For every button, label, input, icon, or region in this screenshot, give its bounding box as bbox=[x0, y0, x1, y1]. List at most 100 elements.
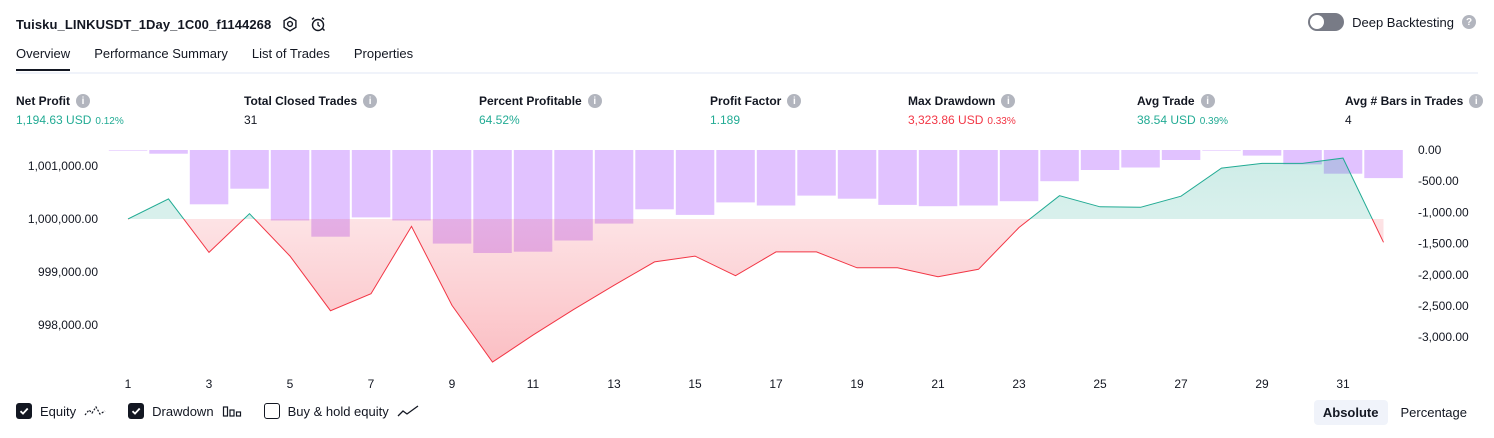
metric-value: 38.54 USD bbox=[1137, 113, 1196, 127]
drawdown-bar bbox=[1161, 150, 1201, 160]
x-axis-tick-label: 29 bbox=[1255, 377, 1269, 391]
metric-percent: 0.33% bbox=[987, 116, 1016, 127]
x-axis-tick-label: 15 bbox=[688, 377, 702, 391]
drawdown-bar bbox=[1080, 150, 1120, 170]
drawdown-bar bbox=[108, 150, 148, 151]
metric-percent: 0.39% bbox=[1199, 116, 1229, 127]
drawdown-bar bbox=[149, 150, 188, 154]
bar-chart-icon bbox=[222, 404, 242, 418]
percentage-button[interactable]: Percentage bbox=[1392, 400, 1477, 425]
trend-line-icon bbox=[397, 404, 419, 418]
absolute-button[interactable]: Absolute bbox=[1313, 400, 1388, 425]
metric-net-profit: Net Profit i 1,194.63 USD 0.12% bbox=[16, 94, 124, 127]
checkbox-unchecked-icon[interactable] bbox=[263, 403, 280, 419]
x-axis-tick-label: 17 bbox=[769, 377, 783, 391]
metric-label: Net Profit bbox=[16, 94, 70, 108]
tab-bar: Overview Performance Summary List of Tra… bbox=[16, 46, 413, 71]
metric-label: Total Closed Trades bbox=[244, 94, 358, 108]
right-axis-tick-label: -1,500.00 bbox=[1418, 237, 1469, 251]
metric-profit-factor: Profit Factor i 1.189 bbox=[710, 94, 802, 127]
info-icon[interactable]: i bbox=[363, 94, 378, 108]
drawdown-bar bbox=[270, 150, 310, 221]
right-axis-tick-label: -2,000.00 bbox=[1418, 268, 1469, 282]
info-icon[interactable]: i bbox=[787, 94, 802, 108]
x-axis-tick-label: 25 bbox=[1093, 377, 1107, 391]
tab-properties[interactable]: Properties bbox=[354, 46, 413, 71]
info-icon[interactable]: i bbox=[587, 94, 602, 108]
deep-backtesting: Deep Backtesting ? bbox=[1308, 13, 1476, 31]
settings-icon[interactable] bbox=[281, 15, 299, 33]
x-axis-tick-label: 7 bbox=[368, 377, 375, 391]
tab-performance-summary[interactable]: Performance Summary bbox=[94, 46, 228, 71]
info-icon[interactable]: i bbox=[1469, 94, 1484, 108]
metric-percent-profitable: Percent Profitable i 64.52% bbox=[479, 94, 602, 127]
x-axis-tick-label: 31 bbox=[1336, 377, 1350, 391]
drawdown-bar bbox=[1242, 150, 1282, 156]
value-mode-toggle: Absolute Percentage bbox=[1313, 400, 1477, 425]
drawdown-bar bbox=[716, 150, 755, 203]
metric-label: Percent Profitable bbox=[479, 94, 582, 108]
drawdown-bar bbox=[635, 150, 674, 210]
drawdown-bar bbox=[594, 150, 634, 224]
drawdown-bar bbox=[189, 150, 229, 205]
drawdown-bar bbox=[837, 150, 877, 199]
left-axis-tick-label: 998,000.00 bbox=[38, 318, 98, 332]
right-axis-tick-label: -1,000.00 bbox=[1418, 205, 1469, 219]
x-axis-tick-label: 5 bbox=[287, 377, 294, 391]
x-axis-tick-label: 1 bbox=[125, 377, 132, 391]
left-axis-tick-label: 1,000,000.00 bbox=[28, 212, 98, 226]
info-icon[interactable]: i bbox=[1001, 94, 1016, 108]
legend-label: Drawdown bbox=[152, 403, 214, 419]
checkbox-checked-icon[interactable] bbox=[16, 403, 32, 419]
metric-max-drawdown: Max Drawdown i 3,323.86 USD 0.33% bbox=[908, 94, 1016, 127]
right-axis-tick-label: 0.00 bbox=[1418, 143, 1442, 157]
left-axis-tick-label: 1,001,000.00 bbox=[28, 159, 98, 173]
info-icon[interactable]: i bbox=[1200, 94, 1215, 108]
metric-avg-trade: Avg Trade i 38.54 USD 0.39% bbox=[1137, 94, 1228, 127]
tab-overview[interactable]: Overview bbox=[16, 46, 71, 71]
legend-label: Buy & hold equity bbox=[287, 403, 389, 419]
x-axis-tick-label: 23 bbox=[1012, 377, 1026, 391]
metric-value: 64.52% bbox=[479, 113, 520, 127]
right-axis-tick-label: -2,500.00 bbox=[1418, 299, 1469, 313]
x-axis-tick-label: 3 bbox=[206, 377, 213, 391]
drawdown-bar bbox=[918, 150, 958, 207]
drawdown-bar bbox=[230, 150, 269, 189]
info-icon[interactable]: i bbox=[76, 94, 90, 108]
drawdown-bar bbox=[999, 150, 1039, 202]
right-axis-tick-label: -3,000.00 bbox=[1418, 330, 1469, 344]
legend-drawdown[interactable]: Drawdown bbox=[128, 403, 241, 419]
tabs-divider bbox=[16, 72, 1478, 74]
deep-backtesting-toggle[interactable] bbox=[1308, 13, 1345, 31]
alarm-clock-icon[interactable] bbox=[309, 15, 327, 33]
strategy-header: Tuisku_LINKUSDT_1Day_1C00_f1144268 bbox=[16, 13, 327, 35]
metric-total-closed-trades: Total Closed Trades i 31 bbox=[244, 94, 378, 127]
equity-drawdown-chart: 1,001,000.00 1,000,000.00 999,000.00 998,00… bbox=[28, 143, 1469, 391]
drawdown-bar bbox=[1364, 150, 1403, 179]
legend-buy-hold[interactable]: Buy & hold equity bbox=[263, 403, 419, 419]
drawdown-bar bbox=[756, 150, 796, 206]
metric-label: Avg Trade bbox=[1137, 94, 1195, 108]
checkbox-checked-icon[interactable] bbox=[128, 403, 145, 419]
right-axis-tick-label: -500.00 bbox=[1418, 174, 1459, 188]
right-axis: 0.00 -500.00 -1,000.00 -1,500.00 -2,000.00 -2… bbox=[1418, 143, 1469, 344]
help-icon[interactable]: ? bbox=[1462, 15, 1476, 29]
metric-label: Avg # Bars in Trades bbox=[1345, 94, 1464, 108]
metric-avg-bars: Avg # Bars in Trades i 4 bbox=[1345, 94, 1484, 127]
drawdown-bar bbox=[392, 150, 431, 221]
deep-backtesting-label: Deep Backtesting bbox=[1352, 14, 1454, 30]
x-axis-tick-label: 11 bbox=[527, 377, 540, 391]
x-axis-tick-label: 9 bbox=[449, 377, 456, 391]
tab-list-of-trades[interactable]: List of Trades bbox=[252, 46, 330, 71]
legend-label: Equity bbox=[40, 403, 77, 419]
drawdown-bar bbox=[878, 150, 917, 205]
drawdown-bar bbox=[797, 150, 836, 196]
left-axis-tick-label: 999,000.00 bbox=[38, 265, 98, 279]
drawdown-bar bbox=[351, 150, 391, 218]
toggle-knob bbox=[1310, 15, 1325, 29]
x-axis-tick-label: 21 bbox=[931, 377, 945, 391]
metric-label: Profit Factor bbox=[710, 94, 782, 108]
metric-value: 3,323.86 USD bbox=[908, 113, 984, 127]
legend-equity[interactable]: Equity bbox=[16, 403, 106, 419]
strategy-name: Tuisku_LINKUSDT_1Day_1C00_f1144268 bbox=[16, 16, 272, 32]
